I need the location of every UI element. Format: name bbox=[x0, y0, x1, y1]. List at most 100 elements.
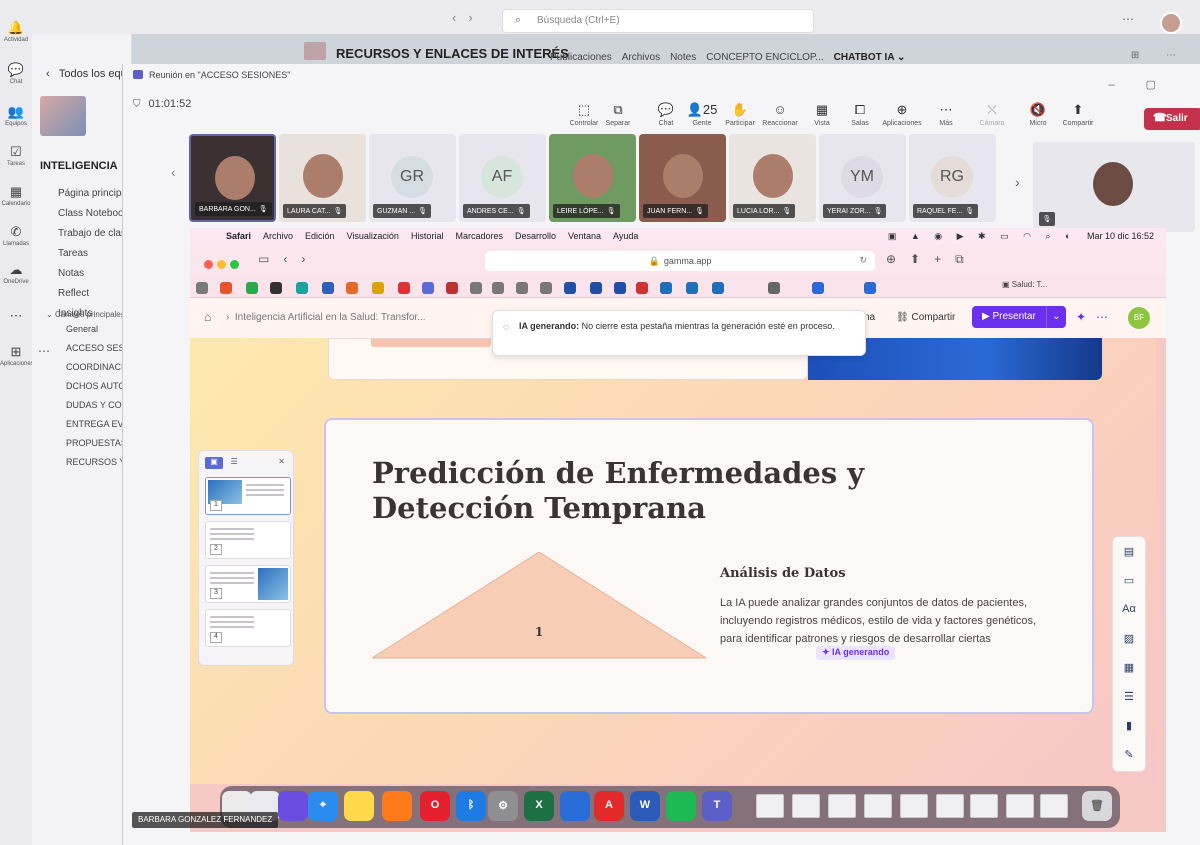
safari-icon[interactable]: ⌖ bbox=[308, 791, 338, 821]
share-button[interactable]: ⛓ Compartir bbox=[896, 312, 955, 323]
bookmark-icon[interactable] bbox=[636, 282, 648, 294]
more-icon[interactable]: ⋯ bbox=[38, 344, 50, 358]
grid-view-icon[interactable]: ▣ bbox=[205, 457, 223, 469]
ai-sparkle-and-more-icons[interactable]: ✦⋯ bbox=[1076, 310, 1118, 324]
bookmark-icon[interactable] bbox=[540, 282, 552, 294]
rail-item-more[interactable]: ⋯ bbox=[0, 308, 32, 325]
rail-item-apps[interactable]: ⊞ Aplicaciones bbox=[0, 344, 34, 367]
present-button[interactable]: ▶ Presentar ⌄ bbox=[972, 306, 1066, 328]
tool-rooms-button[interactable]: ⧠ Salas bbox=[837, 102, 883, 127]
participant-tile[interactable]: RG RAQUEL FE... 🎙 bbox=[909, 134, 996, 222]
excel-icon[interactable]: X bbox=[524, 791, 554, 821]
opera-icon[interactable]: O bbox=[420, 791, 450, 821]
bookmark-icon[interactable] bbox=[864, 282, 876, 294]
mac-menu-item[interactable]: Ventana bbox=[568, 231, 601, 241]
channel-tab[interactable]: CONCEPTO ENCICLOP... bbox=[706, 52, 823, 63]
mac-menu-item[interactable]: Visualización bbox=[347, 231, 399, 241]
channel-tab[interactable]: Archivos bbox=[622, 52, 660, 63]
mac-menu-item[interactable]: Desarrollo bbox=[515, 231, 556, 241]
current-card[interactable]: Predicción de Enfermedades y Detección T… bbox=[324, 418, 1094, 714]
mac-menu-item[interactable]: Edición bbox=[305, 231, 335, 241]
tool-share-button[interactable]: ⬆ Compartir bbox=[1055, 102, 1101, 127]
close-icon[interactable]: ✕ bbox=[278, 457, 285, 466]
settings-icon[interactable]: ⚙ bbox=[488, 791, 518, 821]
bookmark-icon[interactable] bbox=[492, 282, 504, 294]
tool-camera-off-button[interactable]: ⛌ Cámara bbox=[969, 102, 1015, 127]
slide-thumbnail[interactable]: 3 bbox=[205, 565, 291, 603]
bookmark-icon[interactable] bbox=[660, 282, 672, 294]
bookmark-icon[interactable] bbox=[470, 282, 482, 294]
bookmark-icon[interactable] bbox=[614, 282, 626, 294]
chevron-left-icon[interactable]: ‹ bbox=[171, 164, 176, 180]
slide-thumbnail[interactable]: 1 bbox=[205, 477, 291, 515]
bookmark-icon[interactable] bbox=[564, 282, 576, 294]
rail-item-teams[interactable]: 👥 Equipos bbox=[0, 104, 32, 127]
rail-item-tasks[interactable]: ☑ Tareas bbox=[0, 144, 32, 167]
minimized-window[interactable] bbox=[1040, 794, 1068, 818]
status-icons[interactable]: ▣ ▲ ◉ ▶ ✱ ▭ ◠ ⌕ ◐ bbox=[888, 231, 1077, 241]
slide-title[interactable]: Predicción de Enfermedades y Detección T… bbox=[372, 456, 1012, 526]
spotify-icon[interactable] bbox=[666, 791, 696, 821]
breadcrumb[interactable]: › Inteligencia Artificial en la Salud: T… bbox=[226, 312, 426, 323]
history-nav-arrows[interactable]: ‹› bbox=[452, 10, 485, 25]
participant-tile[interactable]: YM YERAI ZOR... 🎙 bbox=[819, 134, 906, 222]
channel-tab[interactable]: CHATBOT IA ⌄ bbox=[834, 52, 906, 63]
bookmark-icon[interactable] bbox=[768, 282, 780, 294]
list-view-icon[interactable]: ☰ bbox=[225, 457, 243, 469]
bookmark-icon[interactable] bbox=[322, 282, 334, 294]
channel-tab[interactable]: Notes bbox=[670, 52, 696, 63]
bookmark-icon[interactable] bbox=[398, 282, 410, 294]
safari-actions[interactable]: ⊕⬆+⧉ bbox=[886, 252, 978, 267]
mac-menu-item[interactable]: Historial bbox=[411, 231, 444, 241]
bluetooth-icon[interactable]: ᛒ bbox=[456, 791, 486, 821]
image-icon[interactable]: ▨ bbox=[1113, 624, 1145, 653]
participant-tile[interactable]: LAURA CAT... 🎙 bbox=[279, 134, 366, 222]
slide-thumbnail[interactable]: 2 bbox=[205, 521, 291, 559]
rail-item-bell[interactable]: 🔔 Actividad bbox=[0, 20, 32, 43]
mac-menu-item[interactable]: Archivo bbox=[263, 231, 293, 241]
text-icon[interactable]: Aα bbox=[1113, 595, 1145, 624]
chart-icon[interactable]: ▮ bbox=[1113, 711, 1145, 740]
channels-header[interactable]: ⌄ Canales principales bbox=[46, 310, 125, 319]
participant-tile[interactable]: LUCIA LOR... 🎙 bbox=[729, 134, 816, 222]
edit-icon[interactable]: ✎ bbox=[1113, 740, 1145, 769]
home-icon[interactable]: ⌂ bbox=[204, 310, 211, 324]
bookmark-icon[interactable] bbox=[270, 282, 282, 294]
bookmark-icon[interactable] bbox=[446, 282, 458, 294]
slide-thumbnail[interactable]: 4 bbox=[205, 609, 291, 647]
bookmark-icon[interactable] bbox=[220, 282, 232, 294]
bookmark-icon[interactable] bbox=[712, 282, 724, 294]
mac-menu-item[interactable]: Safari bbox=[226, 231, 251, 241]
bookmark-icon[interactable] bbox=[686, 282, 698, 294]
teams-icon[interactable]: T bbox=[702, 791, 732, 821]
minimized-window[interactable] bbox=[756, 794, 784, 818]
window-controls[interactable]: – ▢ bbox=[1108, 78, 1170, 91]
search-input[interactable]: ⌕ Búsqueda (Ctrl+E) bbox=[502, 9, 814, 33]
participant-tile[interactable]: BARBARA GON... 🎙 bbox=[189, 134, 276, 222]
rail-item-calls[interactable]: ✆ Llamadas bbox=[0, 224, 32, 247]
rail-item-calendar[interactable]: ▦ Calendario bbox=[0, 184, 32, 207]
acrobat-icon[interactable]: A bbox=[594, 791, 624, 821]
mac-menu-item[interactable]: Marcadores bbox=[455, 231, 503, 241]
participant-tile[interactable]: AF ANDRES CE... 🎙 bbox=[459, 134, 546, 222]
minimized-window[interactable] bbox=[828, 794, 856, 818]
minimized-window[interactable] bbox=[900, 794, 928, 818]
minimized-window[interactable] bbox=[970, 794, 998, 818]
leave-button[interactable]: ☎ Salir bbox=[1144, 108, 1200, 130]
idoceo-icon[interactable] bbox=[560, 791, 590, 821]
minimized-window[interactable] bbox=[792, 794, 820, 818]
tool-apps-button[interactable]: ⊕ Aplicaciones bbox=[879, 102, 925, 127]
bookmark-icon[interactable] bbox=[516, 282, 528, 294]
user-avatar[interactable]: BF bbox=[1128, 307, 1150, 329]
section-body[interactable]: La IA puede analizar grandes conjuntos d… bbox=[720, 594, 1052, 648]
bookmark-icon[interactable] bbox=[346, 282, 358, 294]
tool-popout-button[interactable]: ⧉ Separar bbox=[595, 102, 641, 127]
siri-icon[interactable] bbox=[278, 791, 308, 821]
rail-item-onedrive[interactable]: ☁ OneDrive bbox=[0, 262, 32, 285]
minimized-window[interactable] bbox=[1006, 794, 1034, 818]
notes-icon[interactable] bbox=[344, 791, 374, 821]
thumbnail-view-tabs[interactable]: ▣ ☰ bbox=[205, 457, 243, 469]
bookmark-icon[interactable] bbox=[372, 282, 384, 294]
self-video-tile[interactable]: 🎙 bbox=[1033, 142, 1195, 232]
bookmark-icon[interactable] bbox=[422, 282, 434, 294]
